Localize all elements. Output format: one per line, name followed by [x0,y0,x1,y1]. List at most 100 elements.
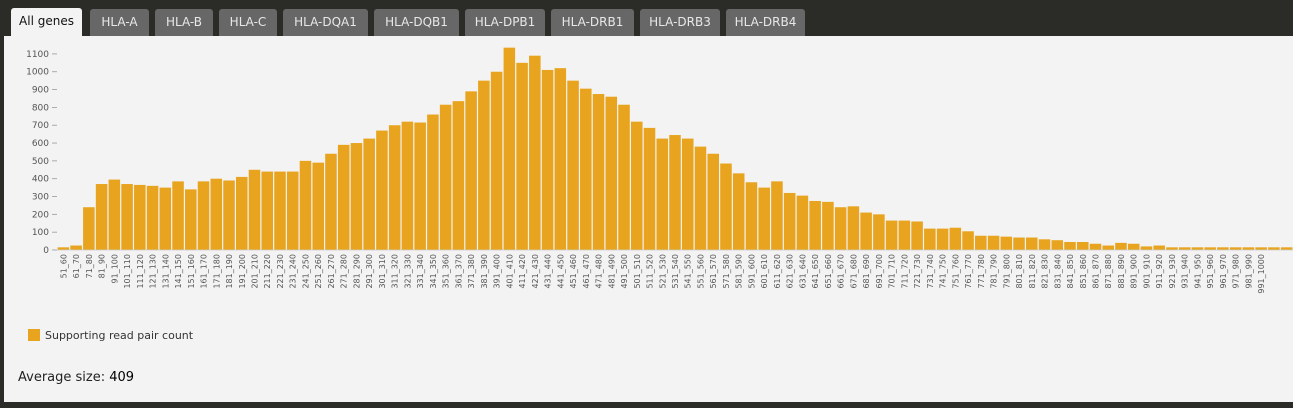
bar[interactable] [223,180,235,250]
bar[interactable] [1038,239,1051,250]
bar[interactable] [299,160,312,250]
bar[interactable] [1076,241,1089,250]
bar[interactable] [286,171,299,250]
bar[interactable] [159,187,172,250]
bar[interactable] [427,114,439,251]
bar[interactable] [567,80,579,251]
bar[interactable] [1255,247,1267,250]
bar[interactable] [834,207,847,250]
bar[interactable] [337,144,350,250]
bar[interactable] [529,55,541,251]
bar[interactable] [1102,245,1115,250]
bar[interactable] [975,235,987,250]
bar[interactable] [1140,246,1153,250]
bar[interactable] [847,206,860,250]
bar[interactable] [873,214,885,250]
bar[interactable] [376,130,388,250]
bar[interactable] [388,125,401,250]
bar[interactable] [1280,247,1293,250]
bar[interactable] [83,207,95,250]
bar[interactable] [987,235,1000,250]
bar[interactable] [554,68,567,250]
bar[interactable] [478,80,490,251]
bar[interactable] [1013,237,1025,250]
bar[interactable] [503,47,516,250]
bar[interactable] [898,220,911,250]
bar[interactable] [1242,247,1255,250]
bar[interactable] [707,153,719,250]
bar[interactable] [720,163,732,250]
bar[interactable] [694,146,707,250]
bar[interactable] [885,220,898,250]
bar[interactable] [809,200,821,250]
bar[interactable] [822,201,834,250]
bar[interactable] [274,171,286,250]
bar[interactable] [439,104,452,250]
bar[interactable] [261,171,274,250]
bar[interactable] [1153,245,1165,250]
bar[interactable] [758,187,770,250]
bar[interactable] [363,138,375,250]
bar[interactable] [350,143,363,250]
bar[interactable] [1127,243,1140,250]
bar[interactable] [210,178,223,250]
bar[interactable] [401,121,414,251]
bar[interactable] [732,173,745,250]
bar[interactable] [631,121,643,251]
bar[interactable] [312,162,324,250]
bar[interactable] [121,184,133,250]
tab-hla-c[interactable]: HLA-C [219,9,277,36]
bar[interactable] [172,181,184,250]
bar[interactable] [592,94,605,250]
tab-hla-a[interactable]: HLA-A [90,9,149,36]
bar[interactable] [745,182,758,250]
bar[interactable] [1115,242,1127,250]
bar[interactable] [70,245,82,250]
bar[interactable] [516,62,528,250]
bar[interactable] [656,138,669,250]
bar[interactable] [541,69,554,251]
tab-hla-b[interactable]: HLA-B [155,9,213,36]
tab-hla-drb3[interactable]: HLA-DRB3 [640,9,720,36]
bar[interactable] [185,189,197,250]
bar[interactable] [681,138,694,250]
bar[interactable] [605,96,618,250]
tab-hla-dpb1[interactable]: HLA-DPB1 [465,9,545,36]
bar[interactable] [235,176,248,250]
bar[interactable] [197,181,210,250]
bar[interactable] [1026,237,1038,250]
bar[interactable] [108,179,121,250]
bar[interactable] [146,185,159,250]
bar[interactable] [924,228,936,250]
tab-hla-drb4[interactable]: HLA-DRB4 [726,9,805,36]
bar[interactable] [1000,236,1013,250]
bar[interactable] [860,212,872,250]
bar[interactable] [669,135,681,250]
bar[interactable] [1191,247,1204,250]
bar[interactable] [134,184,146,250]
tab-hla-drb1[interactable]: HLA-DRB1 [551,9,634,36]
tab-hla-dqa1[interactable]: HLA-DQA1 [283,9,368,36]
bar[interactable] [1166,247,1178,250]
bar[interactable] [1217,247,1229,250]
bar[interactable] [1229,247,1242,250]
bar[interactable] [95,184,108,250]
bar[interactable] [248,169,261,250]
bar[interactable] [580,88,592,250]
bar[interactable] [618,104,630,250]
bar[interactable] [1268,247,1280,250]
bar[interactable] [465,91,477,250]
bar[interactable] [325,153,337,250]
tab-all-genes[interactable]: All genes [11,8,82,37]
bar[interactable] [796,195,809,250]
bar[interactable] [962,231,974,250]
bar[interactable] [414,122,426,250]
bar[interactable] [911,221,923,250]
bar[interactable] [490,71,503,250]
bar[interactable] [1204,247,1216,250]
bar[interactable] [783,192,796,250]
bar[interactable] [771,181,783,250]
bar[interactable] [643,127,656,250]
bar[interactable] [936,228,949,250]
bar[interactable] [1064,241,1076,250]
